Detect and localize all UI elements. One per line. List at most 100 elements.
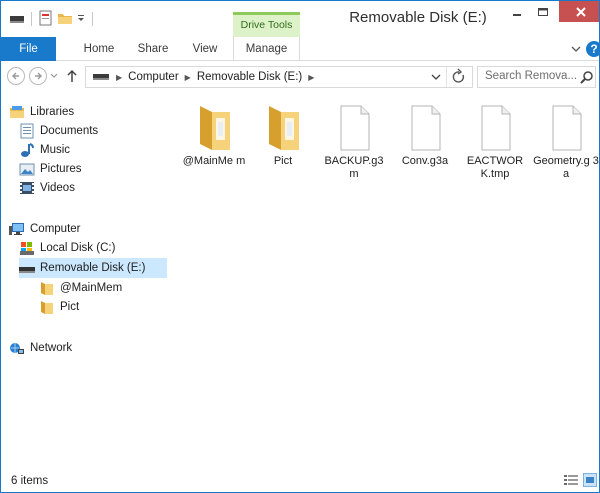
file-name: BACKUP.g3 m xyxy=(324,155,384,180)
address-bar[interactable]: ▶ Computer ▶ Removable Disk (E:) ▶ xyxy=(85,66,473,88)
folder-icon xyxy=(39,299,55,315)
drive-icon xyxy=(92,70,110,85)
help-icon[interactable]: ? xyxy=(586,41,599,57)
status-bar: 6 items xyxy=(1,467,599,492)
quick-access-toolbar xyxy=(9,9,96,29)
folder-icon xyxy=(250,100,316,152)
generic-file-icon xyxy=(321,100,387,152)
list-item-mainmem[interactable]: @MainMe m xyxy=(181,100,247,168)
forward-arrow-icon xyxy=(35,72,42,80)
address-dropdown-icon[interactable] xyxy=(428,67,444,87)
details-view-icon[interactable] xyxy=(564,474,578,486)
local-disk-icon xyxy=(19,240,35,256)
documents-icon xyxy=(19,123,35,139)
minimize-icon xyxy=(512,13,521,16)
search-icon[interactable] xyxy=(580,70,594,84)
address-row: ▶ Computer ▶ Removable Disk (E:) ▶ Searc… xyxy=(1,62,599,92)
computer-icon xyxy=(9,221,25,237)
list-item-geometry[interactable]: Geometry.g 3a xyxy=(533,100,599,181)
chevron-right-icon[interactable]: ▶ xyxy=(308,73,314,82)
list-item-conv[interactable]: Conv.g3a xyxy=(392,100,458,168)
music-icon xyxy=(19,142,35,158)
videos-icon xyxy=(19,180,35,196)
file-list: @MainMe m Pict BACKUP.g3 m Conv.g3a EACT… xyxy=(171,93,599,467)
libraries-icon xyxy=(9,104,25,120)
sidebar-item-label: @MainMem xyxy=(60,282,123,294)
sidebar-item-pictures[interactable]: Pictures xyxy=(19,159,82,179)
sidebar-item-label: Computer xyxy=(30,223,81,235)
recent-locations-icon[interactable] xyxy=(50,71,58,81)
up-arrow-icon[interactable] xyxy=(65,68,79,84)
chevron-right-icon[interactable]: ▶ xyxy=(116,73,122,82)
removable-disk-icon xyxy=(19,260,35,276)
tab-manage[interactable]: Manage xyxy=(233,37,300,61)
search-input[interactable]: Search Remova... xyxy=(477,66,596,88)
pictures-icon xyxy=(19,161,35,177)
tab-home[interactable]: Home xyxy=(75,37,123,61)
file-name: Pict xyxy=(273,155,293,167)
list-item-backup[interactable]: BACKUP.g3 m xyxy=(321,100,387,181)
sidebar-item-pict[interactable]: Pict xyxy=(39,297,79,317)
list-item-pict[interactable]: Pict xyxy=(250,100,316,168)
qat-customize-icon[interactable] xyxy=(76,10,86,29)
sidebar-item-label: Videos xyxy=(40,182,75,194)
folder-icon xyxy=(39,280,55,296)
navigation-pane: Libraries Documents Music Pictures Video… xyxy=(1,93,169,467)
sidebar-item-music[interactable]: Music xyxy=(19,140,70,160)
sidebar-item-videos[interactable]: Videos xyxy=(19,178,75,198)
drive-tools-context-tab: Drive Tools xyxy=(233,12,300,37)
close-icon xyxy=(576,6,586,17)
sidebar-item-label: Pictures xyxy=(40,163,82,175)
sidebar-item-documents[interactable]: Documents xyxy=(19,121,98,141)
breadcrumb: ▶ Computer ▶ Removable Disk (E:) ▶ xyxy=(92,67,314,87)
qat-separator xyxy=(92,12,93,26)
maximize-icon xyxy=(538,7,548,16)
sidebar-item-label: Libraries xyxy=(30,106,75,118)
tab-view[interactable]: View xyxy=(184,37,226,61)
maximize-button[interactable] xyxy=(530,1,556,22)
chevron-down-icon[interactable] xyxy=(569,41,583,57)
sidebar-item-computer[interactable]: Computer xyxy=(9,219,81,239)
qat-separator xyxy=(31,12,32,26)
network-icon xyxy=(9,340,25,356)
chevron-right-icon[interactable]: ▶ xyxy=(185,73,191,82)
search-placeholder: Search Remova... xyxy=(485,70,578,82)
list-item-eactwork[interactable]: EACTWOR K.tmp xyxy=(462,100,528,181)
tab-file[interactable]: File xyxy=(1,37,56,61)
folder-icon xyxy=(181,100,247,152)
generic-file-icon xyxy=(392,100,458,152)
sidebar-item-label: Network xyxy=(30,342,73,354)
back-arrow-icon xyxy=(12,72,19,80)
sidebar-item-label: Documents xyxy=(40,125,99,137)
refresh-icon[interactable] xyxy=(446,67,470,87)
sidebar-item-local-disk[interactable]: Local Disk (C:) xyxy=(19,238,115,258)
sidebar-item-label: Removable Disk (E:) xyxy=(40,262,146,274)
sidebar-item-label: Pict xyxy=(60,301,80,313)
sidebar-item-libraries[interactable]: Libraries xyxy=(9,102,74,122)
explorer-window: Drive Tools Removable Disk (E:) File Hom… xyxy=(0,0,600,493)
sidebar-item-mainmem[interactable]: @MainMem xyxy=(39,278,122,298)
generic-file-icon xyxy=(533,100,599,152)
sidebar-item-label: Local Disk (C:) xyxy=(40,242,116,254)
properties-icon[interactable] xyxy=(38,10,54,29)
drive-icon xyxy=(9,10,25,29)
sidebar-item-network[interactable]: Network xyxy=(9,338,72,358)
title-bar: Drive Tools Removable Disk (E:) xyxy=(1,1,599,37)
sidebar-item-label: Music xyxy=(40,144,71,156)
back-button[interactable] xyxy=(7,67,25,85)
window-title: Removable Disk (E:) xyxy=(349,9,487,26)
sidebar-item-removable-disk[interactable]: Removable Disk (E:) xyxy=(19,258,167,278)
minimize-button[interactable] xyxy=(503,1,530,22)
file-name: Conv.g3a xyxy=(401,155,449,167)
file-name: EACTWOR K.tmp xyxy=(466,155,524,180)
item-count: 6 items xyxy=(11,475,49,487)
breadcrumb-computer[interactable]: Computer xyxy=(128,71,179,83)
close-button[interactable] xyxy=(559,1,599,22)
file-name: Geometry.g 3a xyxy=(533,155,599,180)
file-name: @MainMe m xyxy=(182,155,246,167)
large-icons-view-icon[interactable] xyxy=(583,473,597,487)
new-folder-icon[interactable] xyxy=(57,10,73,29)
tab-share[interactable]: Share xyxy=(129,37,177,61)
forward-button[interactable] xyxy=(29,67,47,85)
breadcrumb-removable-disk[interactable]: Removable Disk (E:) xyxy=(197,71,302,83)
